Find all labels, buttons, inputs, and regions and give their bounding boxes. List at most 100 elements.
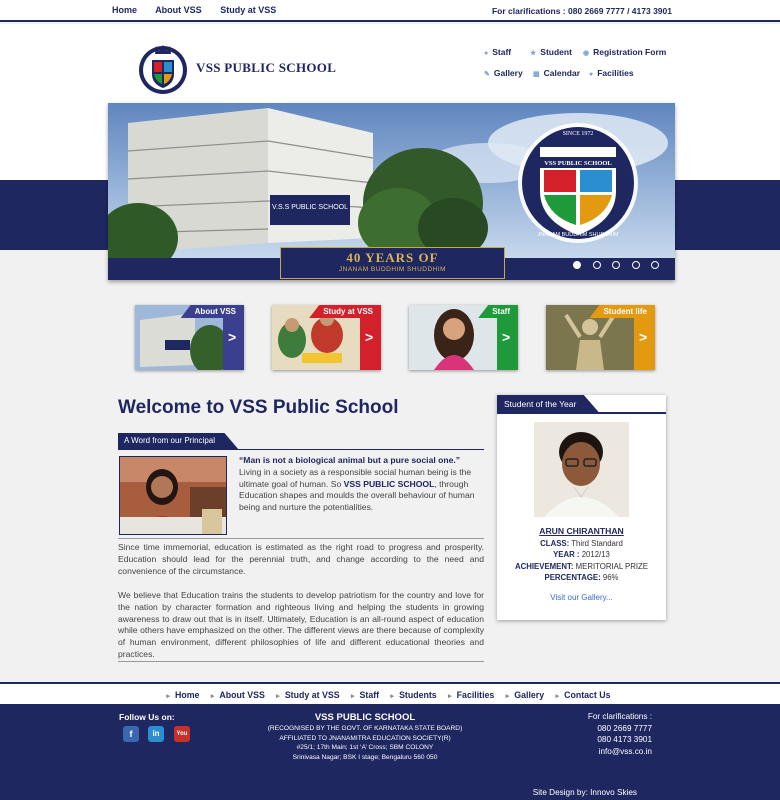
- bullet-icon: ▸: [166, 693, 170, 700]
- building-sign: V.S.S PUBLIC SCHOOL: [272, 204, 348, 211]
- bullet-icon: ●: [484, 50, 489, 57]
- student-class: CLASS: Third Standard: [540, 538, 623, 548]
- footer-phone[interactable]: 080 2669 7777: [588, 723, 652, 735]
- hero-caption: 40 YEARS OF JNANAM BUDDHIM SHUDDHIM: [280, 247, 505, 279]
- school-logo[interactable]: [137, 40, 189, 96]
- facebook-icon[interactable]: f: [123, 726, 139, 742]
- chevron-right-icon: >: [365, 329, 374, 345]
- crest-emblem: SINCE 1972 VSS PUBLIC SCHOOL JNANAM BUDD…: [518, 123, 638, 243]
- top-menu-about[interactable]: About VSS: [155, 5, 202, 15]
- quote-school-name: VSS PUBLIC SCHOOL: [343, 478, 435, 489]
- student-of-year-card: Student of the Year ARUN CHIRANTHAN CLAS…: [497, 395, 666, 620]
- footer-phone[interactable]: 080 4173 3901: [588, 734, 652, 746]
- principal-section-bar: A Word from our Principal: [118, 433, 484, 450]
- footer-nav-students[interactable]: ▸ Students: [391, 690, 440, 700]
- hero-caption-title: 40 YEARS OF: [346, 250, 439, 265]
- follow-us-label: Follow Us on:: [119, 712, 175, 722]
- student-photo: [534, 422, 629, 517]
- linkedin-icon[interactable]: in: [148, 726, 164, 742]
- tile-label: About VSS: [180, 305, 244, 318]
- star-icon: ★: [530, 50, 537, 57]
- student-achievement: ACHIEVEMENT: MERITORIAL PRIZE: [514, 561, 648, 571]
- bullet-icon: ▸: [555, 693, 560, 700]
- bullet-icon: ▸: [505, 693, 510, 700]
- tile-study-at-vss[interactable]: > Study at VSS: [272, 305, 381, 370]
- welcome-heading: Welcome to VSS Public School: [118, 397, 399, 418]
- chevron-right-icon: >: [639, 329, 648, 345]
- footer-address-line: (RECOGNISED BY THE GOVT. OF KARNATAKA ST…: [267, 725, 463, 732]
- top-menu-study[interactable]: Study at VSS: [220, 5, 276, 15]
- footer-nav-gallery[interactable]: ▸ Gallery: [506, 690, 547, 700]
- hero-caption-motto: JNANAM BUDDHIM SHUDDHIM: [338, 266, 447, 273]
- footer-email[interactable]: info@vss.co.in: [588, 746, 652, 758]
- tile-about-vss[interactable]: > About VSS: [135, 305, 244, 370]
- brush-icon: ✎: [484, 71, 490, 78]
- bullet-icon: ●: [589, 71, 594, 78]
- gallery-link[interactable]: Visit our Gallery...: [497, 593, 666, 602]
- chevron-right-icon: >: [502, 329, 511, 345]
- bullet-icon: ▸: [448, 693, 452, 700]
- principal-tab: A Word from our Principal: [118, 433, 239, 450]
- footer-nav-facilities[interactable]: ▸ Facilities: [448, 690, 497, 700]
- calendar-icon: ▦: [533, 71, 540, 78]
- footer-address-line: AFFILIATED TO JNANAMITRA EDUCATION SOCIE…: [279, 734, 451, 742]
- footer-address-line: Srinivasa Nagar; BSK I stage; Bengaluru …: [292, 753, 438, 761]
- youtube-icon[interactable]: You: [174, 726, 190, 742]
- student-percentage: PERCENTAGE: 96%: [544, 573, 619, 582]
- top-bar: Home About VSS Study at VSS For clarific…: [0, 0, 780, 22]
- bullet-icon: ▸: [390, 693, 395, 700]
- svg-text:SINCE 1972: SINCE 1972: [563, 131, 594, 137]
- student-of-year-tab: Student of the Year: [497, 395, 601, 414]
- footer-address-line: #25/1; 17th Main; 1st ‘A’ Cross; SBM COL…: [296, 744, 434, 751]
- globe-icon: ◉: [583, 50, 590, 57]
- top-menu-home[interactable]: Home: [112, 5, 137, 15]
- footer-nav-contact[interactable]: ▸ Contact Us: [556, 690, 614, 700]
- footer-nav-about[interactable]: ▸ About VSS: [211, 690, 268, 700]
- bullet-icon: ▸: [276, 693, 280, 700]
- slider-dot[interactable]: [651, 261, 659, 269]
- quick-link-student[interactable]: ★ Student: [530, 47, 572, 57]
- paragraph-2: We believe that Education trains the stu…: [118, 590, 484, 659]
- student-of-year-header: Student of the Year: [497, 395, 666, 414]
- footer-contact-title: For clarifications :: [587, 712, 652, 721]
- footer-contact: For clarifications : 080 2669 7777 080 4…: [588, 711, 652, 757]
- footer: Follow Us on: f in You VSS PUBLIC SCHOOL…: [0, 706, 780, 800]
- slider-dot[interactable]: [612, 261, 621, 269]
- quick-link-facilities[interactable]: ● Facilities: [589, 68, 634, 78]
- quick-link-registration[interactable]: ◉ Registration Form: [583, 47, 666, 57]
- student-name[interactable]: ARUN CHIRANTHAN: [497, 526, 666, 538]
- site-credit[interactable]: Site Design by: Innovo Skies: [533, 788, 637, 797]
- bullet-icon: ▸: [351, 693, 355, 700]
- footer-nav: ▸ Home ▸ About VSS ▸ Study at VSS ▸ Staff ▸ S…: [0, 682, 780, 706]
- quick-link-staff[interactable]: ● Staff: [484, 47, 511, 57]
- chevron-right-icon: >: [228, 329, 237, 345]
- divider: [118, 538, 484, 539]
- footer-nav-home[interactable]: ▸ Home: [166, 690, 202, 700]
- tile-student-life[interactable]: > Student life: [546, 305, 655, 370]
- slider-dot[interactable]: [631, 261, 640, 269]
- slider-dot[interactable]: [592, 261, 601, 269]
- school-name[interactable]: VSS PUBLIC SCHOOL: [196, 60, 336, 76]
- top-clarifications: For clarifications : 080 2669 7777 / 417…: [491, 6, 672, 16]
- quick-link-calendar[interactable]: ▦ Calendar: [533, 68, 580, 78]
- hero-slider[interactable]: V.S.S PUBLIC SCHOOL SINCE 1972 VSS PUBLI…: [108, 103, 675, 280]
- tile-staff[interactable]: > Staff: [409, 305, 518, 370]
- svg-text:VSS PUBLIC SCHOOL: VSS PUBLIC SCHOOL: [544, 160, 612, 167]
- quote-headline: “Man is not a biological animal but a pu…: [239, 455, 461, 465]
- student-year: YEAR : 2012/13: [553, 550, 610, 559]
- svg-text:JNANAM BUDDHIM SHUDDHIM: JNANAM BUDDHIM SHUDDHIM: [538, 232, 619, 238]
- principal-quote: “Man is not a biological animal but a pu…: [239, 455, 485, 514]
- footer-school-name: VSS PUBLIC SCHOOL: [314, 712, 416, 723]
- tile-label: Student life: [589, 305, 655, 318]
- footer-nav-staff[interactable]: ▸ Staff: [351, 690, 382, 700]
- footer-address: VSS PUBLIC SCHOOL (RECOGNISED BY THE GOV…: [240, 712, 490, 762]
- slider-dots: [566, 256, 659, 274]
- paragraph-1: Since time immemorial, education is esti…: [118, 542, 484, 576]
- principal-photo: [119, 456, 227, 535]
- slider-dot[interactable]: [573, 261, 582, 269]
- student-info: ARUN CHIRANTHAN CLASS: Third Standard YE…: [497, 526, 666, 584]
- top-menu: Home About VSS Study at VSS: [112, 5, 292, 15]
- bullet-icon: ▸: [210, 693, 215, 700]
- footer-nav-study[interactable]: ▸ Study at VSS: [276, 690, 342, 700]
- quick-link-gallery[interactable]: ✎ Gallery: [484, 68, 523, 78]
